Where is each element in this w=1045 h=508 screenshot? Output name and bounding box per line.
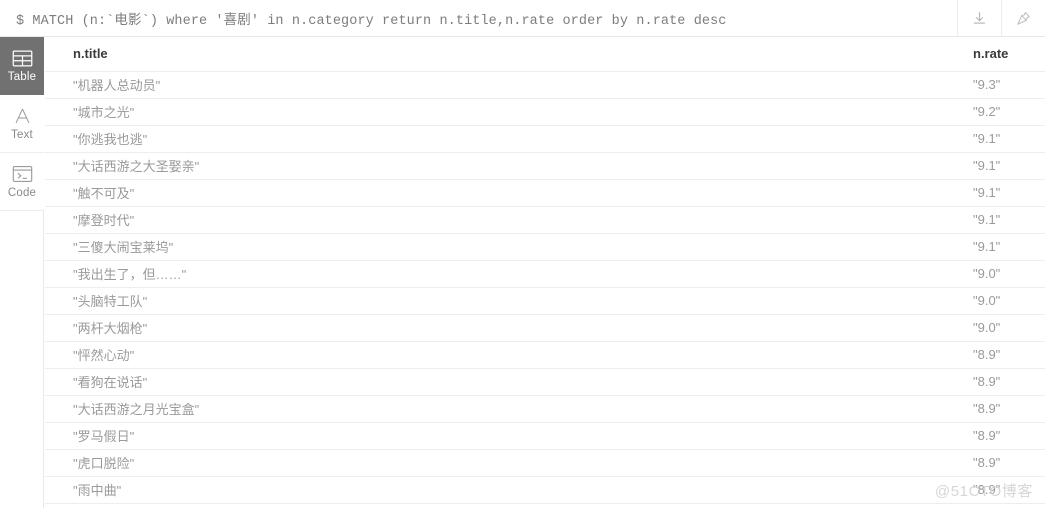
- download-button[interactable]: [957, 0, 1001, 36]
- cell-title: "看狗在说话": [45, 368, 945, 396]
- table-row[interactable]: "大话西游之月光宝盒" "8.9": [45, 395, 1045, 423]
- pin-button[interactable]: [1001, 0, 1045, 36]
- cell-rate: "9.1": [945, 206, 1045, 234]
- table-icon: [11, 47, 33, 69]
- cell-rate: "9.1": [945, 179, 1045, 207]
- table-row[interactable]: "大话西游之大圣娶亲" "9.1": [45, 152, 1045, 180]
- cell-rate: "8.9": [945, 341, 1045, 369]
- table-row[interactable]: "触不可及" "9.1": [45, 179, 1045, 207]
- cell-rate: "9.1": [945, 125, 1045, 153]
- column-header-rate[interactable]: n.rate: [945, 37, 1045, 72]
- cell-title: "头脑特工队": [45, 287, 945, 315]
- cell-rate: "9.2": [945, 98, 1045, 126]
- cell-title: "你逃我也逃": [45, 125, 945, 153]
- view-mode-sidebar: Table Text Code: [0, 37, 44, 508]
- sidebar-item-table-label: Table: [7, 71, 37, 84]
- cell-title: "虎口脱险": [45, 449, 945, 477]
- table-row[interactable]: "机器人总动员" "9.3": [45, 71, 1045, 99]
- cell-rate: "8.9": [945, 422, 1045, 450]
- cell-title: "怦然心动": [45, 341, 945, 369]
- cell-rate: "9.0": [945, 287, 1045, 315]
- table-row[interactable]: "头脑特工队" "9.0": [45, 287, 1045, 315]
- table-row[interactable]: "两杆大烟枪" "9.0": [45, 314, 1045, 342]
- results-table-container[interactable]: n.title n.rate "机器人总动员" "9.3" "城市之光" "9.2" "…: [45, 37, 1045, 508]
- table-body: "机器人总动员" "9.3" "城市之光" "9.2" "你逃我也逃" "9.1" "大话西…: [45, 71, 1045, 504]
- cell-title: "机器人总动员": [45, 71, 945, 99]
- cell-title: "大话西游之月光宝盒": [45, 395, 945, 423]
- query-text: $ MATCH (n:`电影`) where '喜剧' in n.categor…: [16, 13, 727, 29]
- table-row[interactable]: "摩登时代" "9.1": [45, 206, 1045, 234]
- download-icon: [971, 10, 988, 27]
- results-table: n.title n.rate "机器人总动员" "9.3" "城市之光" "9.2" "…: [45, 37, 1045, 504]
- pin-icon: [1015, 10, 1032, 27]
- table-header-row: n.title n.rate: [45, 37, 1045, 72]
- cell-rate: "9.0": [945, 314, 1045, 342]
- cell-rate: "9.1": [945, 233, 1045, 261]
- cell-rate: "9.0": [945, 260, 1045, 288]
- cell-title: "摩登时代": [45, 206, 945, 234]
- sidebar-item-text-label: Text: [11, 129, 33, 142]
- cell-title: "我出生了，但……": [45, 260, 945, 288]
- cell-rate: "9.1": [945, 152, 1045, 180]
- cell-title: "罗马假日": [45, 422, 945, 450]
- table-row[interactable]: "我出生了，但……" "9.0": [45, 260, 1045, 288]
- sidebar-item-table[interactable]: Table: [0, 37, 44, 95]
- cell-title: "三傻大闹宝莱坞": [45, 233, 945, 261]
- query-bar-actions: [957, 0, 1045, 36]
- sidebar-item-code[interactable]: Code: [0, 153, 44, 211]
- table-row[interactable]: "怦然心动" "8.9": [45, 341, 1045, 369]
- column-header-title[interactable]: n.title: [45, 37, 945, 72]
- cell-title: "触不可及": [45, 179, 945, 207]
- cell-title: "两杆大烟枪": [45, 314, 945, 342]
- cell-title: "大话西游之大圣娶亲": [45, 152, 945, 180]
- table-row[interactable]: "你逃我也逃" "9.1": [45, 125, 1045, 153]
- table-header: n.title n.rate: [45, 37, 1045, 72]
- query-result-panel: $ MATCH (n:`电影`) where '喜剧' in n.categor…: [0, 0, 1045, 508]
- table-row[interactable]: "罗马假日" "8.9": [45, 422, 1045, 450]
- table-row[interactable]: "虎口脱险" "8.9": [45, 449, 1045, 477]
- cell-rate: "9.3": [945, 71, 1045, 99]
- sidebar-item-text[interactable]: Text: [0, 95, 44, 153]
- cell-title: "雨中曲": [45, 476, 945, 504]
- table-row[interactable]: "城市之光" "9.2": [45, 98, 1045, 126]
- cell-rate: "8.9": [945, 368, 1045, 396]
- text-icon: [11, 105, 33, 127]
- table-row[interactable]: "雨中曲" "8.9": [45, 476, 1045, 504]
- cell-rate: "8.9": [945, 395, 1045, 423]
- table-row[interactable]: "看狗在说话" "8.9": [45, 368, 1045, 396]
- code-icon: [11, 163, 33, 185]
- cell-rate: "8.9": [945, 476, 1045, 504]
- cell-title: "城市之光": [45, 98, 945, 126]
- table-row[interactable]: "三傻大闹宝莱坞" "9.1": [45, 233, 1045, 261]
- query-bar: $ MATCH (n:`电影`) where '喜剧' in n.categor…: [0, 0, 1045, 37]
- sidebar-item-code-label: Code: [7, 187, 37, 200]
- cell-rate: "8.9": [945, 449, 1045, 477]
